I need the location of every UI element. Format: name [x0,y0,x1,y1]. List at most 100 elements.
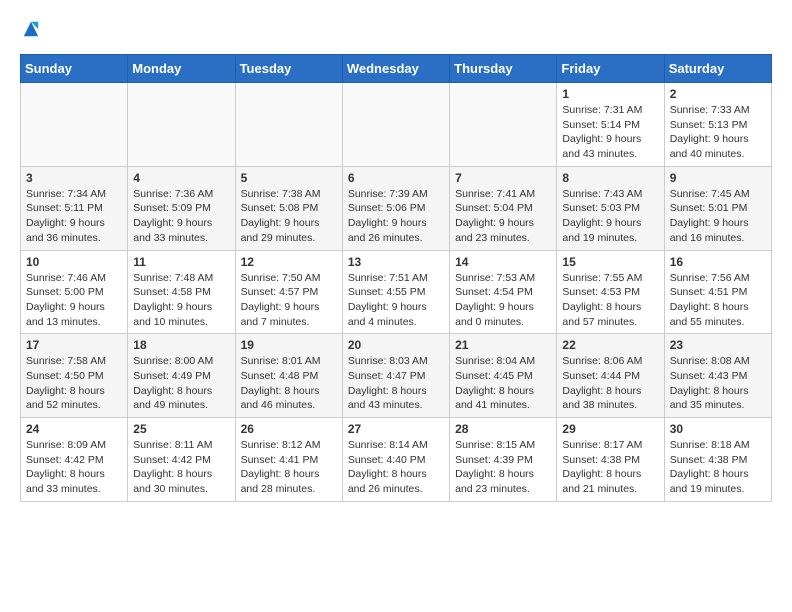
calendar-day-cell [235,83,342,167]
calendar-day-cell: 20Sunrise: 8:03 AM Sunset: 4:47 PM Dayli… [342,334,449,418]
day-number: 5 [241,171,337,185]
day-info: Sunrise: 8:06 AM Sunset: 4:44 PM Dayligh… [562,354,658,413]
calendar-day-cell: 28 Sunrise: 8:15 AM Sunset: 4:39 PM Dayli… [450,418,557,502]
calendar-day-cell [450,83,557,167]
day-info: Sunrise: 7:46 AM Sunset: 5:00 PM Dayligh… [26,271,122,330]
day-info: Sunrise: 7:34 AM Sunset: 5:11 PM Dayligh… [26,187,122,246]
day-info: Sunrise: 7:53 AM Sunset: 4:54 PM Dayligh… [455,271,551,330]
day-info: Sunrise: 8:09 AM Sunset: 4:42 PM Dayligh… [26,438,122,497]
calendar-day-cell: 4 Sunrise: 7:36 AM Sunset: 5:09 PM Daylig… [128,166,235,250]
day-of-week-header: Saturday [664,55,771,83]
day-of-week-header: Thursday [450,55,557,83]
day-info: Sunrise: 8:17 AM Sunset: 4:38 PM Dayligh… [562,438,658,497]
calendar-day-cell: 26 Sunrise: 8:12 AM Sunset: 4:41 PM Dayli… [235,418,342,502]
calendar-day-cell: 29 Sunrise: 8:17 AM Sunset: 4:38 PM Dayli… [557,418,664,502]
calendar-week-row: 17 Sunrise: 7:58 AM Sunset: 4:50 PM Dayli… [21,334,772,418]
calendar-day-cell: 21 Sunrise: 8:04 AM Sunset: 4:45 PM Dayli… [450,334,557,418]
day-info: Sunrise: 7:58 AM Sunset: 4:50 PM Dayligh… [26,354,122,413]
day-info: Sunrise: 8:00 AM Sunset: 4:49 PM Dayligh… [133,354,229,413]
day-number: 16 [670,255,766,269]
day-of-week-header: Sunday [21,55,128,83]
calendar-day-cell: 2 Sunrise: 7:33 AM Sunset: 5:13 PM Daylig… [664,83,771,167]
calendar-day-cell: 7 Sunrise: 7:41 AM Sunset: 5:04 PM Daylig… [450,166,557,250]
day-number: 24 [26,422,122,436]
calendar-day-cell: 19Sunrise: 8:01 AM Sunset: 4:48 PM Dayli… [235,334,342,418]
calendar-day-cell [128,83,235,167]
day-info: Sunrise: 8:04 AM Sunset: 4:45 PM Dayligh… [455,354,551,413]
day-info: Sunrise: 7:31 AM Sunset: 5:14 PM Dayligh… [562,103,658,162]
day-number: 27 [348,422,444,436]
day-number: 26 [241,422,337,436]
calendar-day-cell: 13 Sunrise: 7:51 AM Sunset: 4:55 PM Dayli… [342,250,449,334]
calendar-day-cell: 1 Sunrise: 7:31 AM Sunset: 5:14 PM Daylig… [557,83,664,167]
day-number: 12 [241,255,337,269]
day-number: 30 [670,422,766,436]
day-info: Sunrise: 7:48 AM Sunset: 4:58 PM Dayligh… [133,271,229,330]
calendar-day-cell [342,83,449,167]
calendar-day-cell: 22Sunrise: 8:06 AM Sunset: 4:44 PM Dayli… [557,334,664,418]
day-number: 3 [26,171,122,185]
day-number: 15 [562,255,658,269]
day-of-week-header: Friday [557,55,664,83]
day-number: 25 [133,422,229,436]
day-number: 6 [348,171,444,185]
day-info: Sunrise: 8:08 AM Sunset: 4:43 PM Dayligh… [670,354,766,413]
calendar-day-cell: 3 Sunrise: 7:34 AM Sunset: 5:11 PM Daylig… [21,166,128,250]
calendar-day-cell: 10 Sunrise: 7:46 AM Sunset: 5:00 PM Dayli… [21,250,128,334]
page-header [20,20,772,38]
day-info: Sunrise: 7:41 AM Sunset: 5:04 PM Dayligh… [455,187,551,246]
day-number: 28 [455,422,551,436]
calendar-day-cell: 14 Sunrise: 7:53 AM Sunset: 4:54 PM Dayli… [450,250,557,334]
day-info: Sunrise: 8:11 AM Sunset: 4:42 PM Dayligh… [133,438,229,497]
day-of-week-header: Tuesday [235,55,342,83]
calendar-week-row: 10 Sunrise: 7:46 AM Sunset: 5:00 PM Dayli… [21,250,772,334]
calendar-table: SundayMondayTuesdayWednesdayThursdayFrid… [20,54,772,502]
day-number: 11 [133,255,229,269]
calendar-day-cell: 9 Sunrise: 7:45 AM Sunset: 5:01 PM Daylig… [664,166,771,250]
calendar-day-cell: 30 Sunrise: 8:18 AM Sunset: 4:38 PM Dayli… [664,418,771,502]
day-number: 7 [455,171,551,185]
calendar-day-cell: 23 Sunrise: 8:08 AM Sunset: 4:43 PM Dayli… [664,334,771,418]
logo [20,20,40,38]
day-info: Sunrise: 7:51 AM Sunset: 4:55 PM Dayligh… [348,271,444,330]
day-info: Sunrise: 7:56 AM Sunset: 4:51 PM Dayligh… [670,271,766,330]
day-number: 17 [26,338,122,352]
day-number: 13 [348,255,444,269]
day-info: Sunrise: 8:15 AM Sunset: 4:39 PM Dayligh… [455,438,551,497]
calendar-week-row: 1 Sunrise: 7:31 AM Sunset: 5:14 PM Daylig… [21,83,772,167]
day-info: Sunrise: 7:43 AM Sunset: 5:03 PM Dayligh… [562,187,658,246]
day-info: Sunrise: 8:03 AM Sunset: 4:47 PM Dayligh… [348,354,444,413]
calendar-week-row: 24 Sunrise: 8:09 AM Sunset: 4:42 PM Dayli… [21,418,772,502]
calendar-day-cell: 17 Sunrise: 7:58 AM Sunset: 4:50 PM Dayli… [21,334,128,418]
day-info: Sunrise: 7:36 AM Sunset: 5:09 PM Dayligh… [133,187,229,246]
calendar-day-cell: 16 Sunrise: 7:56 AM Sunset: 4:51 PM Dayli… [664,250,771,334]
calendar-day-cell: 8 Sunrise: 7:43 AM Sunset: 5:03 PM Daylig… [557,166,664,250]
calendar-day-cell: 12 Sunrise: 7:50 AM Sunset: 4:57 PM Dayli… [235,250,342,334]
calendar-day-cell [21,83,128,167]
calendar-day-cell: 15Sunrise: 7:55 AM Sunset: 4:53 PM Dayli… [557,250,664,334]
day-number: 10 [26,255,122,269]
day-number: 23 [670,338,766,352]
day-info: Sunrise: 8:18 AM Sunset: 4:38 PM Dayligh… [670,438,766,497]
day-info: Sunrise: 8:12 AM Sunset: 4:41 PM Dayligh… [241,438,337,497]
day-info: Sunrise: 7:45 AM Sunset: 5:01 PM Dayligh… [670,187,766,246]
day-number: 19 [241,338,337,352]
day-number: 14 [455,255,551,269]
day-info: Sunrise: 7:33 AM Sunset: 5:13 PM Dayligh… [670,103,766,162]
day-info: Sunrise: 7:38 AM Sunset: 5:08 PM Dayligh… [241,187,337,246]
day-number: 4 [133,171,229,185]
day-number: 2 [670,87,766,101]
day-number: 9 [670,171,766,185]
day-number: 18 [133,338,229,352]
day-info: Sunrise: 7:39 AM Sunset: 5:06 PM Dayligh… [348,187,444,246]
calendar-day-cell: 24 Sunrise: 8:09 AM Sunset: 4:42 PM Dayli… [21,418,128,502]
logo-icon [22,20,40,38]
day-number: 8 [562,171,658,185]
calendar-week-row: 3 Sunrise: 7:34 AM Sunset: 5:11 PM Daylig… [21,166,772,250]
day-info: Sunrise: 7:50 AM Sunset: 4:57 PM Dayligh… [241,271,337,330]
day-number: 1 [562,87,658,101]
day-info: Sunrise: 8:14 AM Sunset: 4:40 PM Dayligh… [348,438,444,497]
day-number: 21 [455,338,551,352]
day-of-week-header: Wednesday [342,55,449,83]
day-number: 29 [562,422,658,436]
